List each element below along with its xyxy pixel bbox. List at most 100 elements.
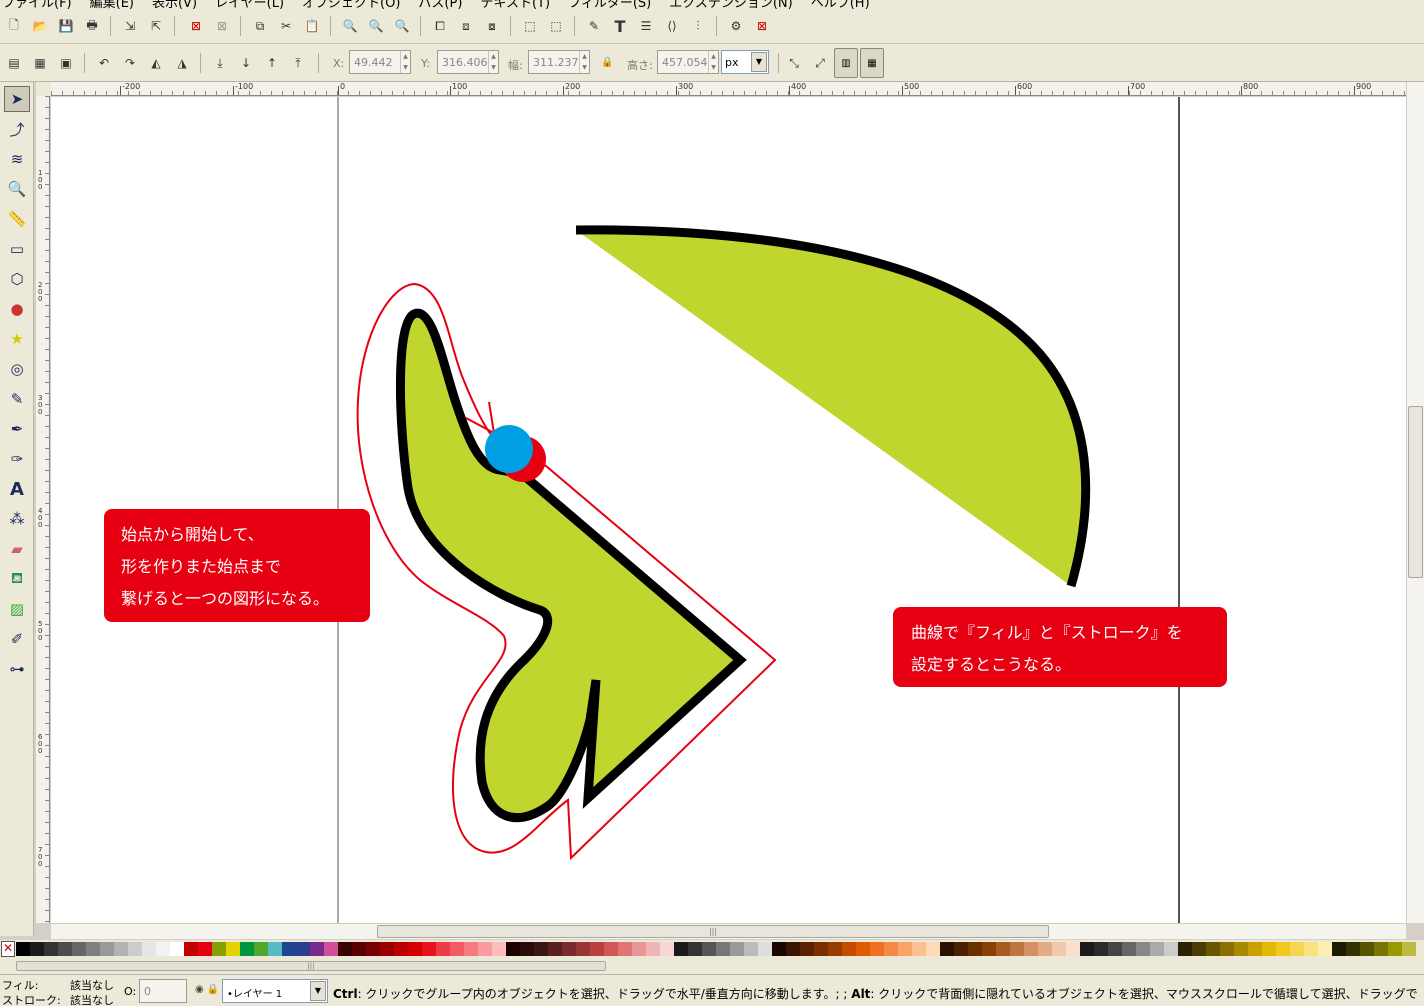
height-stepper-icon[interactable]: ▲ ▼ <box>708 51 718 73</box>
y-input[interactable] <box>438 51 488 73</box>
color-swatch[interactable] <box>1206 942 1220 956</box>
color-swatch[interactable] <box>744 942 758 956</box>
color-swatch[interactable] <box>184 942 198 956</box>
select-all-layers-icon[interactable]: ▦ <box>30 53 50 73</box>
cut-icon[interactable]: ✂ <box>276 16 296 36</box>
color-swatch[interactable] <box>478 942 492 956</box>
color-swatch[interactable] <box>268 942 282 956</box>
lower-to-bottom-icon[interactable]: ⤓ <box>210 53 230 73</box>
height-field[interactable]: ▲▼ <box>657 50 719 74</box>
start-point-marker[interactable] <box>485 425 533 473</box>
menu-item-8[interactable]: エクステンション(N) <box>669 0 792 10</box>
color-swatch[interactable] <box>58 942 72 956</box>
color-swatch[interactable] <box>1276 942 1290 956</box>
color-swatch[interactable] <box>702 942 716 956</box>
undo-icon[interactable]: ⊠ <box>186 16 206 36</box>
lock-ratio-icon[interactable]: 🔒 <box>601 57 613 68</box>
bucket-tool-icon[interactable]: ⛾ <box>4 566 30 592</box>
color-palette[interactable]: ✕ <box>0 940 1424 958</box>
x-stepper-icon[interactable]: ▲ ▼ <box>400 51 410 73</box>
color-swatch[interactable] <box>1080 942 1094 956</box>
color-swatch[interactable] <box>1038 942 1052 956</box>
chevron-down-icon[interactable]: ▼ <box>310 981 326 1001</box>
width-field[interactable]: ▲▼ <box>528 50 590 74</box>
color-swatch[interactable] <box>562 942 576 956</box>
vertical-ruler[interactable]: 100200300400500600700800 <box>36 96 50 923</box>
preferences-icon[interactable]: ⚙ <box>726 16 746 36</box>
color-swatch[interactable] <box>72 942 86 956</box>
zoom-page-icon[interactable]: 🔍 <box>392 16 412 36</box>
menu-item-2[interactable]: 表示(V) <box>152 0 197 10</box>
x-input[interactable] <box>350 51 400 73</box>
color-swatch[interactable] <box>828 942 842 956</box>
3d-box-tool-icon[interactable]: ⬡ <box>4 266 30 292</box>
flip-vertical-icon[interactable]: ◮ <box>172 53 192 73</box>
zoom-selection-icon[interactable]: 🔍 <box>340 16 360 36</box>
duplicate-icon[interactable]: ⧠ <box>430 16 450 36</box>
paste-icon[interactable]: 📋 <box>302 16 322 36</box>
zoom-drawing-icon[interactable]: 🔍 <box>366 16 386 36</box>
menu-item-4[interactable]: オブジェクト(O) <box>302 0 400 10</box>
color-swatch[interactable] <box>618 942 632 956</box>
raise-to-top-icon[interactable]: ⤒ <box>288 53 308 73</box>
color-swatch[interactable] <box>1332 942 1346 956</box>
color-swatch[interactable] <box>142 942 156 956</box>
color-swatch[interactable] <box>1178 942 1192 956</box>
menu-item-1[interactable]: 編集(E) <box>90 0 134 10</box>
fill-stroke-icon[interactable]: ✎ <box>584 16 604 36</box>
ungroup-icon[interactable]: ⬚ <box>546 16 566 36</box>
opacity-field[interactable]: 0 <box>139 979 187 1003</box>
color-swatch[interactable] <box>786 942 800 956</box>
color-swatch[interactable] <box>814 942 828 956</box>
palette-scroll-thumb[interactable]: ||| <box>16 961 606 971</box>
color-swatch[interactable] <box>338 942 352 956</box>
color-swatch[interactable] <box>520 942 534 956</box>
color-swatch[interactable] <box>492 942 506 956</box>
color-swatch[interactable] <box>884 942 898 956</box>
calligraphy-tool-icon[interactable]: ✑ <box>4 446 30 472</box>
color-swatch[interactable] <box>730 942 744 956</box>
color-swatch[interactable] <box>1374 942 1388 956</box>
color-swatch[interactable] <box>1052 942 1066 956</box>
pen-tool-icon[interactable]: ✒ <box>4 416 30 442</box>
color-swatch[interactable] <box>912 942 926 956</box>
fill-value[interactable]: 該当なし <box>70 977 114 993</box>
text-font-icon[interactable]: T <box>610 16 630 36</box>
layer-select[interactable]: •レイヤー 1 ▼ <box>222 979 328 1003</box>
color-swatch[interactable] <box>1262 942 1276 956</box>
color-swatch[interactable] <box>198 942 212 956</box>
color-swatch[interactable] <box>44 942 58 956</box>
color-swatch[interactable] <box>408 942 422 956</box>
pencil-tool-icon[interactable]: ✎ <box>4 386 30 412</box>
color-swatch[interactable] <box>352 942 366 956</box>
color-swatch[interactable] <box>1094 942 1108 956</box>
color-swatch[interactable] <box>1164 942 1178 956</box>
color-swatch[interactable] <box>1024 942 1038 956</box>
dropper-tool-icon[interactable]: ✐ <box>4 626 30 652</box>
color-swatch[interactable] <box>226 942 240 956</box>
color-swatch[interactable] <box>996 942 1010 956</box>
color-swatch[interactable] <box>1150 942 1164 956</box>
horizontal-scrollbar[interactable]: ||| <box>51 923 1406 939</box>
color-swatch[interactable] <box>674 942 688 956</box>
save-icon[interactable]: 💾 <box>56 16 76 36</box>
color-swatch[interactable] <box>30 942 44 956</box>
color-swatch[interactable] <box>156 942 170 956</box>
color-swatch[interactable] <box>240 942 254 956</box>
new-document-icon[interactable]: 🗋 <box>4 16 24 36</box>
color-swatch[interactable] <box>1122 942 1136 956</box>
color-swatch[interactable] <box>842 942 856 956</box>
measure-tool-icon[interactable]: 📏 <box>4 206 30 232</box>
scale-corners-icon[interactable]: ⤢ <box>810 53 830 73</box>
rotate-cw-icon[interactable]: ↷ <box>120 53 140 73</box>
color-swatch[interactable] <box>254 942 268 956</box>
zoom-tool-icon[interactable]: 🔍 <box>4 176 30 202</box>
menu-item-7[interactable]: フィルター(S) <box>568 0 651 10</box>
color-swatch[interactable] <box>1318 942 1332 956</box>
y-field[interactable]: ▲▼ <box>437 50 499 74</box>
color-swatch[interactable] <box>926 942 940 956</box>
vertical-scrollbar[interactable] <box>1406 82 1424 923</box>
y-stepper-icon[interactable]: ▲ ▼ <box>488 51 498 73</box>
ellipse-tool-icon[interactable]: ● <box>4 296 30 322</box>
color-swatch[interactable] <box>1192 942 1206 956</box>
